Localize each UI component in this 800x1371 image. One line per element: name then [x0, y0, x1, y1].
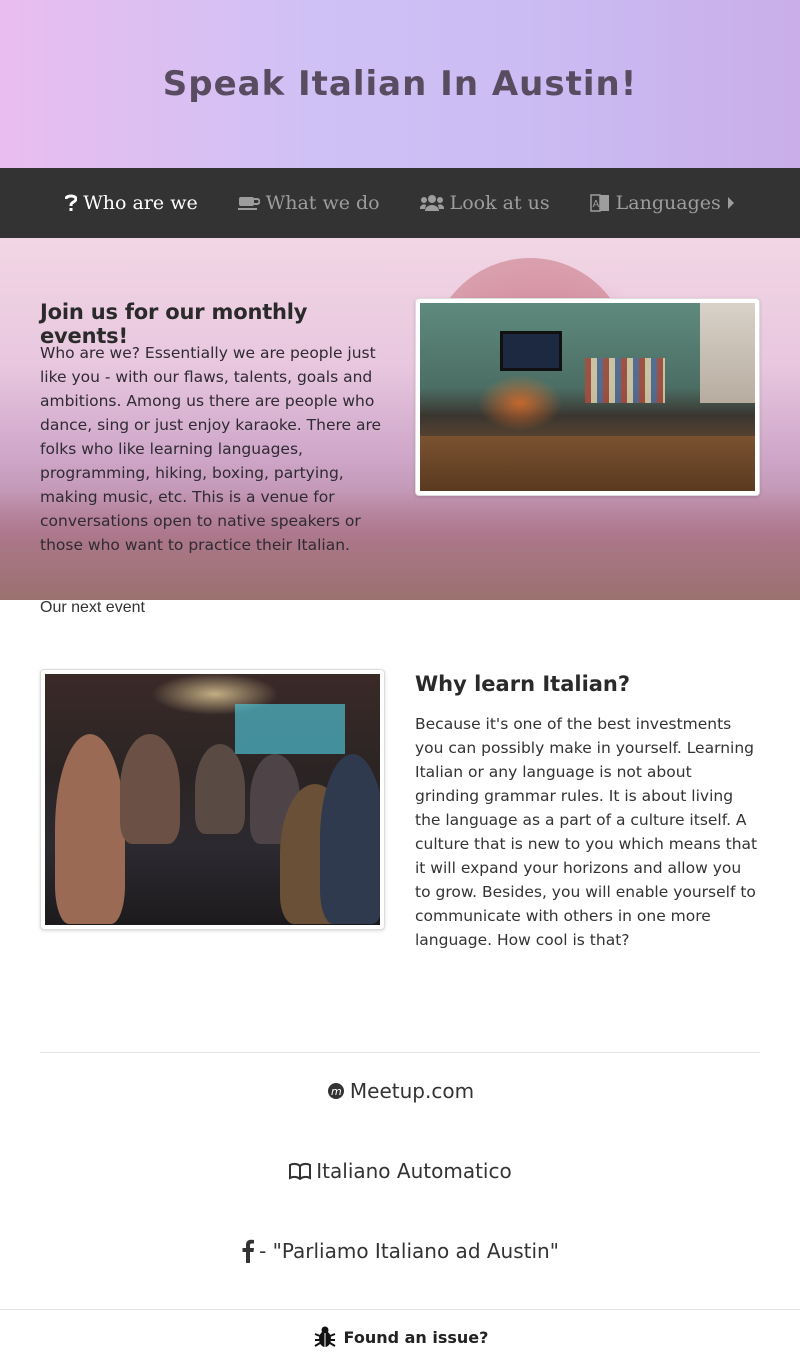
facebook-link-label: - "Parliamo Italiano ad Austin": [259, 1239, 559, 1263]
meetup-link-label: Meetup.com: [349, 1079, 475, 1103]
next-event-label: Our next event: [40, 599, 145, 616]
site-title: Speak Italian In Austin!: [162, 64, 638, 104]
facebook-group-link[interactable]: - "Parliamo Italiano ad Austin": [0, 1239, 800, 1263]
question-icon: [65, 194, 78, 212]
why-heading: Why learn Italian?: [415, 672, 631, 696]
hero-text: Who are we? Essentially we are people ju…: [40, 344, 382, 554]
header-banner: Speak Italian In Austin!: [0, 0, 800, 168]
main-nav: Who are we What we do Look at us A Langu…: [0, 168, 800, 238]
svg-text:A: A: [592, 199, 599, 210]
nav-label: Who are we: [83, 192, 198, 214]
italiano-automatico-label: Italiano Automatico: [316, 1159, 512, 1183]
nav-item-languages[interactable]: A Languages: [589, 192, 735, 214]
hero-section: Join us for our monthly events! Who are …: [0, 238, 800, 600]
nav-label: Look at us: [449, 192, 550, 214]
meetup-icon: m: [326, 1081, 346, 1101]
meetup-link[interactable]: m Meetup.com: [0, 1079, 800, 1103]
language-icon: A: [589, 193, 610, 213]
users-icon: [419, 194, 444, 212]
group-photo-bar: [415, 298, 760, 496]
nav-item-look-at-us[interactable]: Look at us: [419, 192, 550, 214]
bug-icon: [312, 1324, 338, 1350]
footer-divider: [0, 1309, 800, 1310]
report-issue-link[interactable]: Found an issue?: [0, 1324, 800, 1350]
nav-label: What we do: [265, 192, 380, 214]
facebook-icon: [241, 1239, 255, 1263]
coffee-icon: [237, 194, 260, 212]
nav-label: Languages: [615, 192, 721, 214]
group-photo-patio: [40, 669, 385, 930]
italiano-automatico-link[interactable]: Italiano Automatico: [0, 1159, 800, 1183]
nav-item-what-we-do[interactable]: What we do: [237, 192, 380, 214]
caret-right-icon: [727, 196, 735, 210]
book-icon: [288, 1162, 312, 1180]
divider: [40, 1052, 760, 1053]
nav-item-who-are-we[interactable]: Who are we: [65, 192, 198, 214]
why-text: Because it's one of the best investments…: [415, 715, 758, 949]
svg-text:m: m: [331, 1085, 342, 1098]
report-issue-label: Found an issue?: [343, 1327, 489, 1347]
